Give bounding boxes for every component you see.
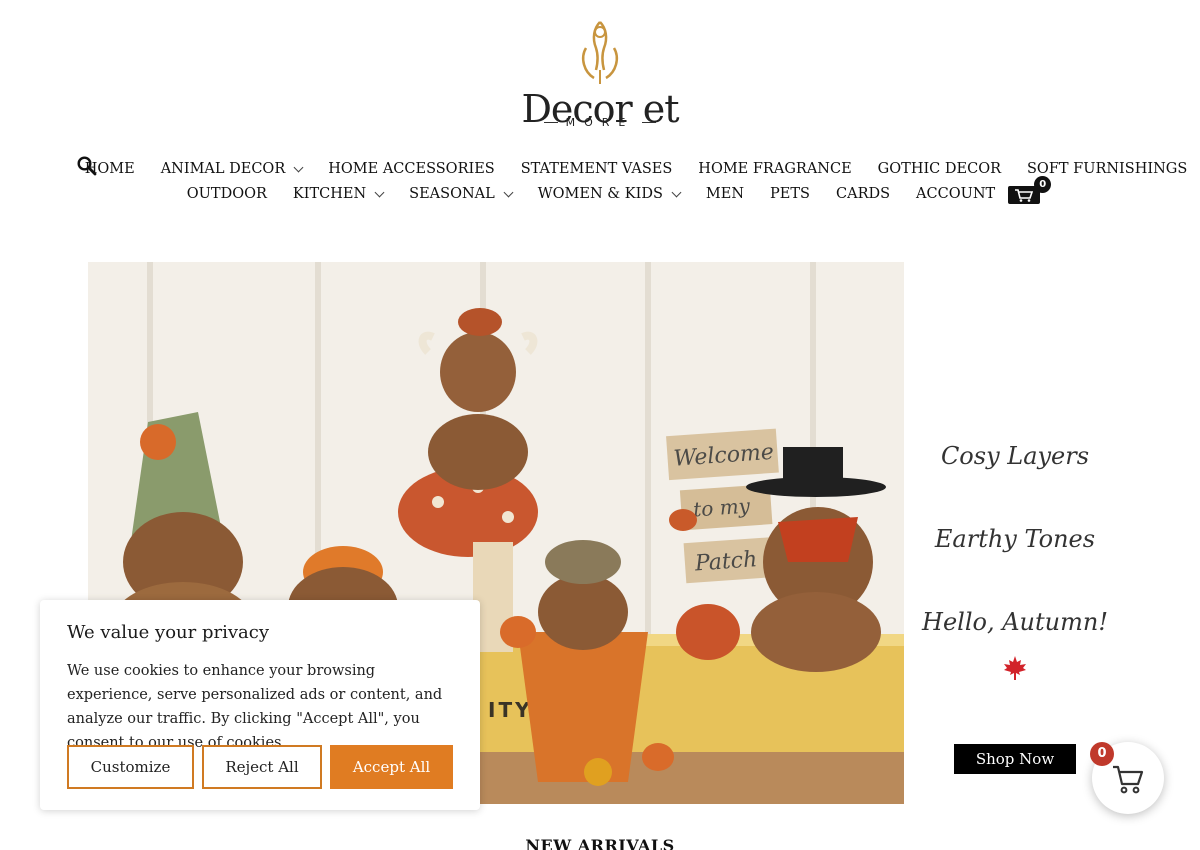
nav-women-kids-label: WOMEN & KIDS bbox=[537, 186, 663, 202]
nav-cart-count-badge: 0 bbox=[1034, 176, 1052, 193]
nav-home-fragrance[interactable]: HOME FRAGRANCE bbox=[698, 158, 851, 180]
cookie-button-group: Customize Reject All Accept All bbox=[67, 745, 453, 789]
main-nav-row-1: HOME ANIMAL DECOR HOME ACCESSORIES STATE… bbox=[0, 158, 1200, 180]
nav-home-accessories[interactable]: HOME ACCESSORIES bbox=[328, 158, 494, 180]
nav-pets[interactable]: PETS bbox=[770, 183, 810, 205]
shop-now-button[interactable]: Shop Now bbox=[954, 744, 1076, 774]
logo-subtitle-text: MORE bbox=[565, 116, 635, 129]
nav-soft-furnishings[interactable]: SOFT FURNISHINGS bbox=[1027, 158, 1187, 180]
nav-home-label: HOME bbox=[84, 161, 135, 177]
nav-soft-furnishings-label: SOFT FURNISHINGS bbox=[1027, 161, 1188, 177]
nav-animal-decor-label: ANIMAL DECOR bbox=[160, 161, 286, 177]
nav-pets-label: PETS bbox=[770, 186, 810, 202]
nav-home-fragrance-label: HOME FRAGRANCE bbox=[698, 161, 852, 177]
maple-leaf-icon bbox=[1004, 656, 1026, 680]
chevron-down-icon bbox=[671, 187, 682, 197]
nav-home[interactable]: HOME bbox=[85, 158, 135, 180]
cookie-title: We value your privacy bbox=[67, 622, 269, 643]
cookie-reject-button[interactable]: Reject All bbox=[202, 745, 322, 789]
nav-cards-label: CARDS bbox=[836, 186, 891, 202]
tagline-3: Hello, Autumn! bbox=[922, 608, 1108, 636]
nav-women-kids[interactable]: WOMEN & KIDS bbox=[537, 183, 682, 205]
nav-cards[interactable]: CARDS bbox=[836, 183, 890, 205]
new-arrivals-heading: NEW ARRIVALS bbox=[525, 836, 675, 850]
bird-emblem-icon bbox=[582, 21, 618, 84]
nav-account-label: ACCOUNT bbox=[916, 186, 996, 202]
cookie-accept-button[interactable]: Accept All bbox=[330, 745, 453, 789]
nav-statement-vases[interactable]: STATEMENT VASES bbox=[521, 158, 673, 180]
cookie-body: We use cookies to enhance your browsing … bbox=[67, 663, 443, 751]
nav-statement-vases-label: STATEMENT VASES bbox=[520, 161, 673, 177]
floating-cart-count-badge: 0 bbox=[1090, 742, 1114, 766]
chevron-down-icon bbox=[503, 187, 514, 197]
nav-account[interactable]: ACCOUNT bbox=[916, 183, 995, 205]
site-logo[interactable]: Decor et MORE bbox=[520, 18, 680, 133]
tagline-2: Earthy Tones bbox=[934, 525, 1096, 553]
main-nav-row-2: OUTDOOR KITCHEN SEASONAL WOMEN & KIDS ME… bbox=[0, 176, 1200, 205]
nav-kitchen[interactable]: KITCHEN bbox=[292, 183, 385, 205]
nav-gothic-decor[interactable]: GOTHIC DECOR bbox=[878, 158, 1001, 180]
chevron-down-icon bbox=[293, 162, 304, 172]
cart-icon bbox=[1113, 765, 1144, 794]
cookie-customize-button[interactable]: Customize bbox=[67, 745, 194, 789]
nav-cart-button[interactable]: 0 bbox=[1008, 176, 1052, 205]
nav-outdoor[interactable]: OUTDOOR bbox=[187, 183, 267, 205]
nav-kitchen-label: KITCHEN bbox=[292, 186, 367, 202]
nav-gothic-decor-label: GOTHIC DECOR bbox=[877, 161, 1001, 177]
nav-animal-decor[interactable]: ANIMAL DECOR bbox=[160, 158, 304, 180]
sign-line-3: Patch bbox=[693, 547, 758, 576]
nav-outdoor-label: OUTDOOR bbox=[186, 186, 267, 202]
sign-line-2: to my bbox=[692, 494, 751, 522]
logo-subtitle: MORE bbox=[520, 116, 680, 129]
chevron-down-icon bbox=[374, 187, 385, 197]
nav-seasonal-label: SEASONAL bbox=[409, 186, 495, 202]
cookie-consent-banner: We value your privacy We use cookies to … bbox=[40, 600, 480, 810]
nav-seasonal[interactable]: SEASONAL bbox=[409, 183, 514, 205]
nav-men[interactable]: MEN bbox=[706, 183, 744, 205]
tagline-1: Cosy Layers bbox=[940, 442, 1090, 470]
nav-men-label: MEN bbox=[705, 186, 745, 202]
nav-home-accessories-label: HOME ACCESSORIES bbox=[328, 161, 495, 177]
